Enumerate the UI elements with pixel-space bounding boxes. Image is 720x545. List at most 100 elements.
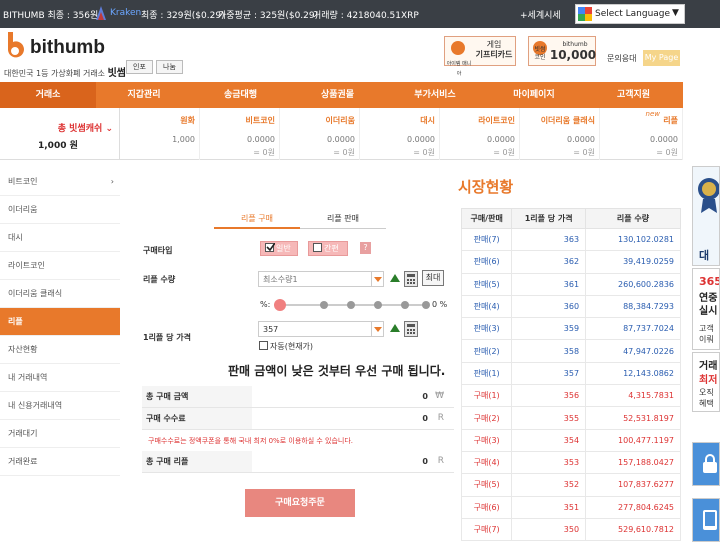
market-type: 구매(3) [460,428,513,452]
promo-amount: 10,000 [549,48,597,62]
ad-banner-1[interactable]: 대한 [692,166,720,266]
sidebar-item[interactable]: 이더리움 클래식 [0,280,120,308]
new-badge: new [645,110,660,118]
market-row[interactable]: 구매(4) 353 157,188.0427 [460,450,681,475]
coin-name[interactable]: 라이트코인 [478,115,515,126]
customer-service-link[interactable]: 문의응대 [607,53,636,64]
auto-price-checkbox[interactable]: 자동(현재가) [259,341,313,352]
slider-knob[interactable] [274,299,286,311]
market-row[interactable]: 판매(3) 359 87,737.7024 [460,317,681,341]
nav-item-0[interactable]: 거래소 [0,82,96,108]
device-banner[interactable] [692,498,720,542]
coin-promo[interactable]: 빗썸 코인 bithumb 10,000 [528,36,596,66]
market-qty: 52,531.8197 [585,406,681,430]
nav-item-4[interactable]: 부가서비스 [386,82,484,108]
gift-card-promo[interactable]: 게임 기프티카드 아이템 매니아 [444,36,516,77]
slider-dot[interactable] [320,301,328,309]
market-row[interactable]: 판매(6) 362 39,419.0259 [460,250,681,274]
quantity-dropdown[interactable] [372,271,384,287]
ad-banner-2[interactable]: 365° 연중 실시 고객 이뤄 [692,268,720,350]
slider-dot[interactable] [347,301,355,309]
tab-sell[interactable]: 리플 판매 [300,209,386,229]
price-input[interactable] [258,321,372,337]
sidebar-item[interactable]: 내 신용거래내역 [0,392,120,420]
market-row[interactable]: 구매(1) 356 4,315.7831 [460,384,681,408]
bithumb-logo[interactable]: bithumb [4,32,114,62]
tab-buy[interactable]: 리플 구매 [214,209,300,229]
submit-order-button[interactable]: 구매요청주문 [245,489,355,517]
coin-name[interactable]: 원화 [180,115,195,126]
world-price-link[interactable]: +세계시세 [520,8,561,21]
slider-dot[interactable] [422,301,430,309]
up-arrow-icon[interactable] [390,324,400,332]
ad-text: 오직 [699,388,714,397]
ticker-bar: BITHUMB 최종 : 356원 Kraken 최종 : 329원($0.29… [0,0,720,28]
market-qty: 47,947.0226 [585,339,681,363]
coin-krw-value: = 0원 [253,148,275,157]
sidebar-item[interactable]: 내 거래내역 [0,364,120,392]
calculator-icon[interactable] [404,321,418,337]
info-button[interactable]: 인포 [126,60,153,74]
market-row[interactable]: 판매(5) 361 260,600.2836 [460,272,681,296]
market-type: 판매(2) [460,339,513,363]
market-row[interactable]: 판매(1) 357 12,143.0862 [460,361,681,386]
market-row[interactable]: 판매(2) 358 47,947.0226 [460,339,681,363]
nav-item-6[interactable]: 고객지원 [584,82,683,108]
coin-name[interactable]: 이더리움 클래식 [541,115,595,126]
my-page-button[interactable]: My Page [643,50,680,66]
market-row[interactable]: 구매(6) 351 277,804.6245 [460,495,681,519]
sidebar-item-label: 내 신용거래내역 [8,401,63,410]
calculator-icon[interactable] [404,271,418,287]
sidebar-item[interactable]: 거래대기 [0,420,120,448]
kraken-avg-price: 가중평균 : 325원($0.29) [218,11,319,21]
market-row[interactable]: 구매(7) 350 529,610.7812 [460,517,681,542]
buy-type-normal[interactable]: 일반 [260,241,298,256]
promo-line2: 코인 [534,54,546,61]
lock-banner[interactable] [692,442,720,486]
market-qty: 100,477.1197 [585,428,681,452]
coin-name[interactable]: 비트코인 [246,115,275,126]
market-row[interactable]: 구매(5) 352 107,837.6277 [460,473,681,497]
market-row[interactable]: 판매(7) 363 130,102.0281 [460,227,681,252]
sidebar-item[interactable]: 라이트코인 [0,252,120,280]
nav-item-2[interactable]: 송금대행 [192,82,289,108]
nav-item-5[interactable]: 마이페이지 [484,82,584,108]
ad-text: 365° [699,275,719,288]
quantity-input[interactable] [258,271,372,287]
price-dropdown[interactable] [372,321,384,337]
market-row[interactable]: 판매(4) 360 88,384.7293 [460,294,681,319]
slider-dot[interactable] [401,301,409,309]
max-button[interactable]: 최대 [422,270,444,286]
coin-name[interactable]: 리플 [663,115,678,126]
sidebar-item-label: 리플 [8,317,23,326]
buy-type-easy[interactable]: 간편 구매 [308,241,348,266]
help-icon[interactable]: ? [360,242,371,254]
coin-balance: 0.0000 [247,135,275,144]
market-row[interactable]: 구매(2) 355 52,531.8197 [460,406,681,430]
price-label: 1리플 당 가격 [143,333,191,342]
market-price: 356 [511,384,587,408]
language-select[interactable]: Select Language ▼ [575,4,685,24]
total-cash-label[interactable]: 총 빗썸캐쉬 ⌄ [58,121,113,134]
auto-price-label: 자동(현재가) [270,342,314,351]
sidebar-item[interactable]: 자산현황 [0,336,120,364]
sidebar-item[interactable]: 거래완료 [0,448,120,476]
sidebar-item[interactable]: 리플 [0,308,120,336]
up-arrow-icon[interactable] [390,274,400,282]
slider-dot[interactable] [374,301,382,309]
coin-name[interactable]: 이더리움 [326,115,355,126]
coin-name[interactable]: 대시 [420,115,435,126]
sidebar-item[interactable]: 이더리움 [0,196,120,224]
market-price: 361 [511,272,587,296]
kraken-last-price: 최종 : 329원($0.29) [141,11,225,21]
nav-item-3[interactable]: 상품권몰 [289,82,386,108]
ad-banner-3[interactable]: 거래 최저 오직 혜택 [692,352,720,412]
sidebar-item[interactable]: 대시 [0,224,120,252]
nav-item-1[interactable]: 지갑관리 [96,82,192,108]
percent-slider[interactable]: %: [260,299,432,311]
share-button[interactable]: 나눔 [156,60,183,74]
market-row[interactable]: 구매(3) 354 100,477.1197 [460,428,681,452]
market-qty: 4,315.7831 [585,384,681,408]
market-qty: 277,804.6245 [585,495,681,519]
sidebar-item[interactable]: 비트코인 › [0,168,120,196]
